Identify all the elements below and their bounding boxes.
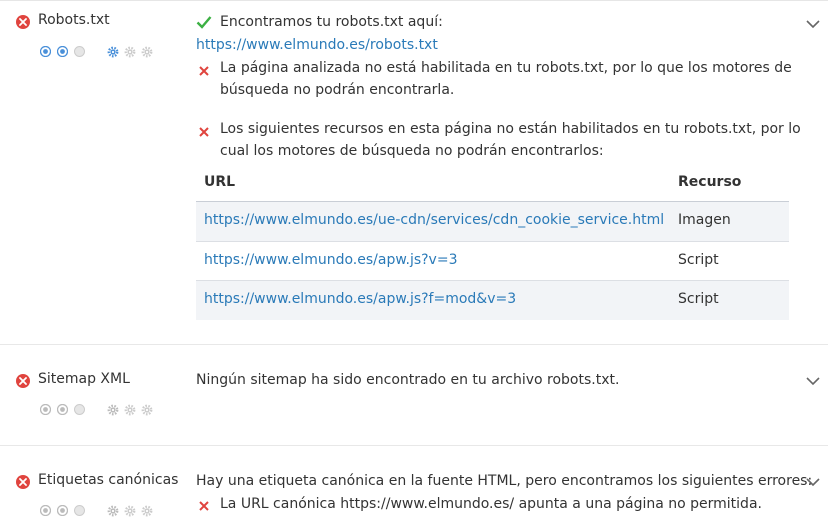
error-circle-icon [16,15,30,29]
table-header-resource: Recurso [678,174,742,190]
rating-target-icon [40,404,51,415]
rating-gear-icon [124,46,136,58]
rating-target-icon [57,505,68,516]
rating-gear-icon [107,46,119,58]
sitemap-message: Ningún sitemap ha sido encontrado en tu … [196,372,620,388]
resource-type: Script [678,252,719,268]
chevron-down-icon[interactable] [806,14,820,29]
table-row: https://www.elmundo.es/apw.js?f=mod&v=3 … [196,281,789,320]
error-x-icon [198,62,210,76]
canonical-rating [40,505,160,519]
robots-error2-line1: Los siguientes recursos en esta página n… [220,121,801,137]
table-row: https://www.elmundo.es/apw.js?v=3 Script [196,242,789,281]
canonical-section: Etiquetas canónicas Hay una etiqueta can… [0,446,828,524]
sitemap-section: Sitemap XML Ningún sitemap ha sido encon… [0,345,828,445]
robots-success-text: Encontramos tu robots.txt aquí: [220,14,443,30]
canonical-error-text: La URL canónica https://www.elmundo.es/ … [220,496,762,512]
resource-url-link[interactable]: https://www.elmundo.es/apw.js?f=mod&v=3 [204,291,516,307]
canonical-title: Etiquetas canónicas [38,472,179,488]
blocked-resources-table: URL Recurso https://www.elmundo.es/ue-cd… [196,164,789,320]
chevron-down-icon[interactable] [806,371,820,386]
sitemap-rating [40,404,160,418]
rating-gear-icon [141,46,153,58]
rating-gear-icon [124,505,136,517]
rating-target-icon [57,46,68,57]
rating-gear-icon [107,404,119,416]
table-row: https://www.elmundo.es/ue-cdn/services/c… [196,202,789,241]
robots-error1-line1: La página analizada no está habilitada e… [220,60,792,76]
robots-txt-link[interactable]: https://www.elmundo.es/robots.txt [196,37,438,53]
rating-gear-icon [141,404,153,416]
error-circle-icon [16,374,30,388]
resource-type: Script [678,291,719,307]
rating-target-icon [40,46,51,57]
rating-target-icon [74,505,85,516]
rating-target-icon [74,46,85,57]
error-x-icon [198,123,210,137]
rating-target-icon [40,505,51,516]
rating-target-icon [57,404,68,415]
rating-gear-icon [107,505,119,517]
sitemap-title: Sitemap XML [38,371,130,387]
resource-url-link[interactable]: https://www.elmundo.es/apw.js?v=3 [204,252,457,268]
rating-gear-icon [124,404,136,416]
table-header-url: URL [204,174,236,190]
robots-error1-line2: búsqueda no podrán encontrarla. [220,82,455,98]
error-x-icon [198,497,210,511]
rating-target-icon [74,404,85,415]
canonical-message: Hay una etiqueta canónica en la fuente H… [196,473,813,489]
resource-url-link[interactable]: https://www.elmundo.es/ue-cdn/services/c… [204,212,664,228]
error-circle-icon [16,475,30,489]
resource-type: Imagen [678,212,731,228]
robots-section: Robots.txt Encontramos tu robots.txt aqu… [0,0,828,344]
robots-error2-line2: cual los motores de búsqueda no podrán e… [220,143,604,159]
rating-gear-icon [141,505,153,517]
check-icon [196,14,212,29]
robots-title: Robots.txt [38,12,110,28]
robots-rating [40,46,160,60]
